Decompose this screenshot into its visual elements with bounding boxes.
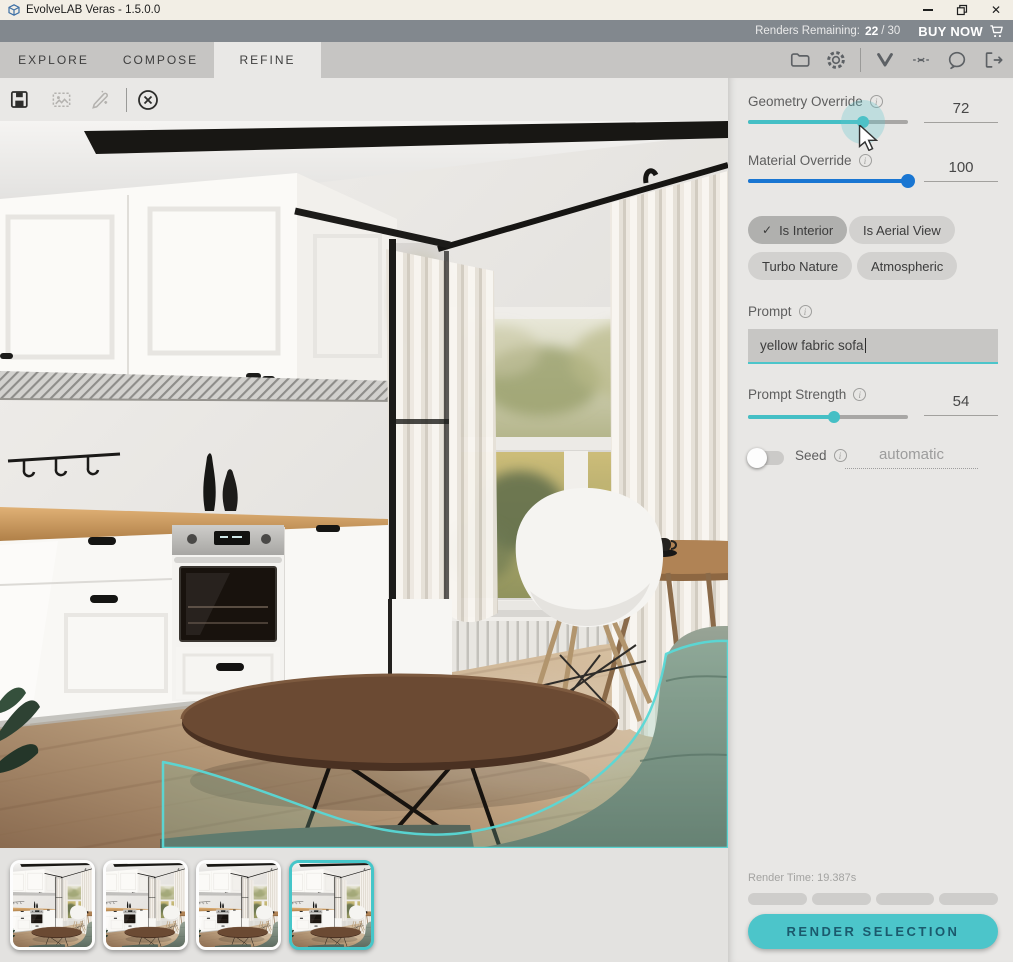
info-icon: i [859, 154, 872, 167]
check-icon: ✓ [762, 223, 772, 237]
progress-segment [812, 893, 871, 905]
app-title: EvolveLAB Veras - 1.5.0.0 [26, 4, 160, 16]
sync-button[interactable] [909, 48, 933, 72]
prompt-strength-label: Prompt Strength i [748, 387, 866, 402]
title-bar: EvolveLAB Veras - 1.5.0.0 ✕ [0, 0, 1013, 20]
render-selection-button[interactable]: RENDER SELECTION [748, 914, 998, 949]
geometry-override-slider[interactable] [748, 120, 908, 124]
prompt-label: Prompt i [748, 304, 812, 319]
chip-atmospheric[interactable]: Atmospheric [857, 252, 957, 280]
style-brush-button[interactable] [86, 87, 112, 113]
info-icon: i [853, 388, 866, 401]
renders-remaining-label: Renders Remaining: [755, 25, 860, 37]
cart-icon [989, 23, 1006, 40]
seed-value[interactable]: automatic [845, 446, 978, 469]
refine-toolbar [0, 78, 728, 121]
info-icon: i [799, 305, 812, 318]
apply-style-image-button[interactable] [48, 87, 74, 113]
render-progress-segments [748, 893, 998, 905]
chip-is-interior[interactable]: ✓ Is Interior [748, 216, 847, 244]
thumbnail-3[interactable] [196, 860, 281, 950]
material-slider-thumb[interactable] [901, 174, 915, 188]
maximize-button[interactable] [945, 0, 979, 20]
geometry-slider-thumb[interactable] [857, 116, 869, 128]
close-icon: ✕ [991, 4, 1001, 16]
seed-toggle[interactable] [750, 451, 784, 465]
settings-gear-icon [825, 49, 847, 71]
folder-icon [789, 49, 811, 71]
icon-divider [860, 48, 861, 72]
logout-icon [982, 49, 1004, 71]
buy-now-label: BUY NOW [918, 24, 983, 39]
chip-turbo-nature[interactable]: Turbo Nature [748, 252, 852, 280]
seed-toggle-knob[interactable] [747, 448, 767, 468]
progress-segment [939, 893, 998, 905]
material-override-slider[interactable] [748, 179, 908, 183]
tab-compose[interactable]: COMPOSE [107, 42, 214, 78]
veras-app-window: EvolveLAB Veras - 1.5.0.0 ✕ Renders Rema… [0, 0, 1013, 962]
clear-selection-icon [136, 88, 160, 112]
prompt-input[interactable]: yellow fabric sofa [748, 329, 998, 364]
toolbar-divider [126, 88, 127, 112]
thumbnail-2[interactable] [103, 860, 188, 950]
material-override-value[interactable]: 100 [924, 159, 998, 182]
minimize-icon [923, 9, 933, 11]
open-folder-button[interactable] [788, 48, 812, 72]
logout-button[interactable] [981, 48, 1005, 72]
geometry-override-value[interactable]: 72 [924, 100, 998, 123]
close-button[interactable]: ✕ [979, 0, 1013, 20]
maximize-icon [956, 4, 968, 16]
style-brush-icon [88, 88, 111, 111]
chip-is-aerial-view[interactable]: Is Aerial View [849, 216, 955, 244]
refine-settings-panel: Geometry Override i 72 Material Override… [728, 78, 1013, 962]
text-caret [865, 338, 867, 353]
clear-selection-button[interactable] [135, 87, 161, 113]
material-override-label: Material Override i [748, 153, 872, 168]
save-button[interactable] [6, 87, 32, 113]
save-icon [8, 88, 31, 111]
thumbnail-4-selected[interactable] [289, 860, 374, 950]
prompt-strength-slider[interactable] [748, 415, 908, 419]
renders-separator: / [881, 25, 884, 37]
progress-segment [876, 893, 935, 905]
seed-label: Seed i [795, 448, 847, 463]
render-viewport[interactable] [0, 121, 728, 848]
prompt-strength-value[interactable]: 54 [924, 393, 998, 416]
veras-check-icon [874, 49, 896, 71]
buy-now-button[interactable]: BUY NOW [918, 23, 1006, 40]
renders-used: 22 [865, 24, 878, 38]
chat-button[interactable] [945, 48, 969, 72]
tab-explore[interactable]: EXPLORE [0, 42, 107, 78]
thumbnail-1[interactable] [10, 860, 95, 950]
tab-refine[interactable]: REFINE [214, 42, 321, 78]
progress-segment [748, 893, 807, 905]
license-bar: Renders Remaining: 22 / 30 BUY NOW [0, 20, 1013, 42]
prompt-strength-thumb[interactable] [828, 411, 840, 423]
render-time-text: Render Time: 19.387s [748, 872, 856, 884]
sync-icon [911, 50, 931, 70]
tab-strip: EXPLORE COMPOSE REFINE [0, 42, 1013, 78]
veras-logo-icon [8, 4, 20, 16]
renders-total: 30 [888, 25, 901, 37]
chat-icon [946, 49, 968, 71]
settings-button[interactable] [824, 48, 848, 72]
image-style-icon [50, 88, 73, 111]
minimize-button[interactable] [911, 0, 945, 20]
veras-check-button[interactable] [873, 48, 897, 72]
